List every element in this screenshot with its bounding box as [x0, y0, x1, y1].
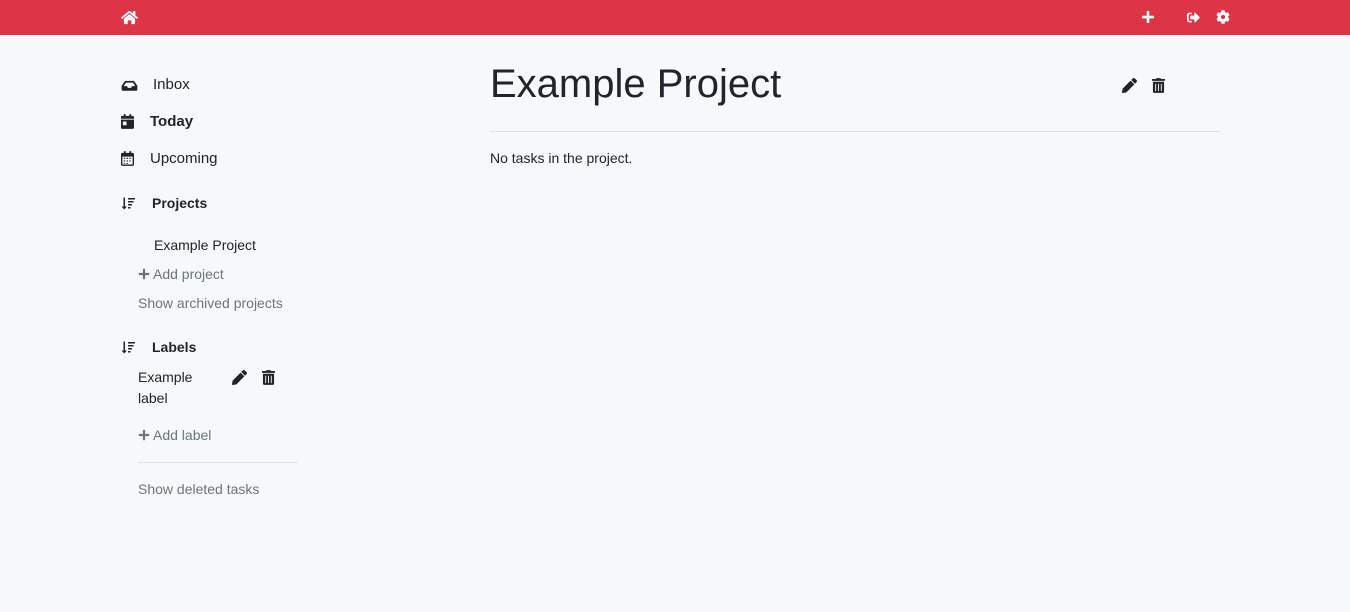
projects-heading-label: Projects — [152, 195, 208, 211]
label-item[interactable]: Example label — [138, 367, 218, 409]
label-item-text-line1: Example — [138, 369, 193, 385]
pencil-icon — [1121, 77, 1137, 93]
gear-icon[interactable] — [1214, 8, 1232, 26]
labels-heading[interactable]: Labels — [121, 339, 196, 355]
labels-heading-label: Labels — [152, 339, 197, 355]
top-navbar — [0, 0, 1350, 35]
page-title: Example Project — [490, 62, 782, 106]
trash-icon — [261, 369, 275, 385]
show-archived-projects-link[interactable]: Show archived projects — [138, 295, 283, 311]
sidebar-item-inbox[interactable]: Inbox — [121, 76, 190, 93]
add-label-text: Add label — [153, 427, 212, 443]
delete-project-button[interactable] — [1150, 77, 1166, 93]
show-deleted-tasks-link[interactable]: Show deleted tasks — [138, 481, 259, 497]
home-icon[interactable] — [120, 8, 138, 26]
calendar-icon — [121, 151, 135, 166]
sidebar-item-upcoming[interactable]: Upcoming — [121, 150, 218, 167]
sidebar-item-label: Upcoming — [150, 150, 218, 167]
trash-icon — [1151, 77, 1165, 93]
show-archived-label: Show archived projects — [138, 295, 283, 311]
plus-icon[interactable] — [1139, 8, 1157, 26]
plus-icon — [138, 268, 153, 280]
sidebar-item-label: Inbox — [153, 76, 190, 93]
plus-icon — [138, 429, 153, 441]
add-project-button[interactable]: Add project — [138, 266, 224, 282]
sidebar-item-today[interactable]: Today — [121, 113, 193, 130]
edit-project-button[interactable] — [1121, 77, 1137, 93]
sidebar-divider — [138, 462, 298, 463]
title-divider — [490, 131, 1220, 132]
project-item[interactable]: Example Project — [154, 237, 256, 253]
sort-icon — [121, 196, 137, 211]
empty-state-message: No tasks in the project. — [490, 150, 633, 166]
label-item-text-line2: label — [138, 390, 168, 406]
sign-out-icon[interactable] — [1184, 8, 1202, 26]
pencil-icon — [231, 369, 247, 385]
calendar-day-icon — [121, 114, 135, 129]
delete-label-button[interactable] — [260, 369, 276, 385]
inbox-icon — [121, 78, 138, 92]
add-project-label: Add project — [153, 266, 224, 282]
sort-icon — [121, 340, 137, 355]
edit-label-button[interactable] — [231, 369, 247, 385]
show-deleted-label: Show deleted tasks — [138, 481, 260, 497]
add-label-button[interactable]: Add label — [138, 427, 211, 443]
projects-heading[interactable]: Projects — [121, 195, 207, 211]
sidebar-item-label: Today — [150, 113, 194, 130]
sidebar — [92, 61, 464, 612]
